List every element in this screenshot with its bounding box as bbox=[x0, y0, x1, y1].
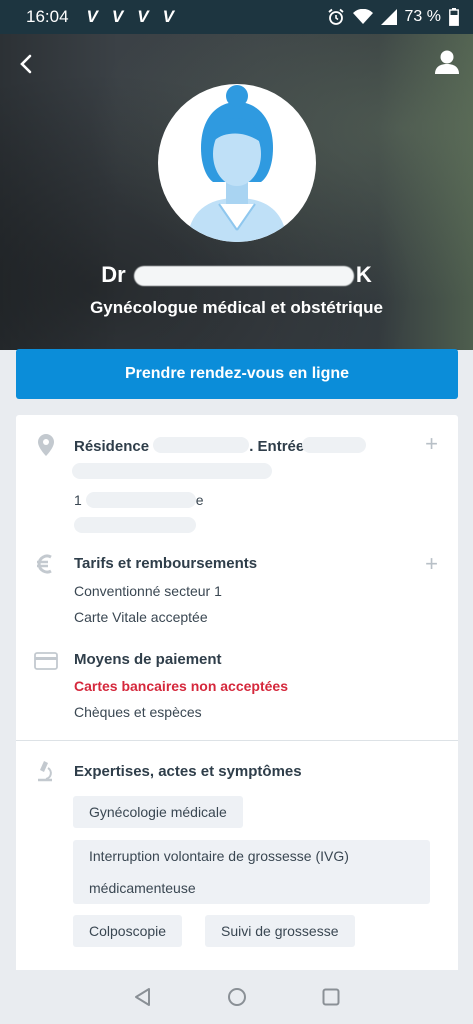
doctor-specialty: Gynécologue médical et obstétrique bbox=[90, 298, 383, 317]
female-doctor-icon bbox=[187, 85, 287, 242]
status-right: 73 % bbox=[327, 8, 459, 26]
redacted-address bbox=[72, 463, 272, 479]
payment-line: Chèques et espèces bbox=[74, 704, 202, 720]
account-button[interactable] bbox=[433, 48, 461, 76]
nav-back-button[interactable] bbox=[131, 985, 155, 1009]
expand-plus-icon[interactable]: + bbox=[425, 553, 438, 575]
notification-icon: V bbox=[86, 7, 98, 26]
wifi-icon bbox=[352, 9, 373, 24]
microscope-icon bbox=[38, 761, 52, 782]
payment-warning: Cartes bancaires non acceptées bbox=[74, 678, 288, 694]
expertise-tag[interactable]: Colposcopie bbox=[73, 915, 183, 947]
tarifs-line: Carte Vitale acceptée bbox=[74, 609, 208, 625]
location-pin-icon bbox=[38, 434, 54, 456]
tarifs-title: Tarifs et remboursements bbox=[74, 555, 258, 572]
doctor-name-suffix: K bbox=[355, 262, 372, 287]
payment-title: Moyens de paiement bbox=[74, 651, 222, 668]
nav-recents-button[interactable] bbox=[319, 985, 343, 1009]
chevron-left-icon bbox=[20, 54, 32, 74]
user-icon bbox=[435, 50, 459, 74]
book-appointment-button[interactable]: Prendre rendez-vous en ligne bbox=[16, 349, 458, 399]
address-line-end: e bbox=[195, 492, 204, 508]
expand-plus-icon[interactable]: + bbox=[425, 433, 438, 455]
battery-percent: 73 % bbox=[404, 8, 441, 25]
battery-icon bbox=[449, 8, 459, 26]
redacted-address bbox=[74, 517, 196, 533]
doctor-name-prefix: Dr bbox=[101, 262, 126, 287]
square-recents-icon bbox=[322, 988, 339, 1006]
redacted-address bbox=[153, 437, 250, 453]
status-bar: 16:04 V V V V 73 % bbox=[0, 0, 473, 34]
back-button[interactable] bbox=[14, 50, 38, 78]
info-card: Résidence . Entrée A2 1 e + Tarifs et re… bbox=[16, 415, 458, 975]
expertise-tag[interactable]: Suivi de grossesse bbox=[205, 915, 355, 947]
expertise-tag[interactable]: Gynécologie médicale bbox=[73, 796, 243, 828]
notification-icon: V bbox=[111, 7, 124, 26]
signal-icon bbox=[380, 9, 397, 25]
expertise-tag[interactable]: Interruption volontaire de grossesse (IV… bbox=[73, 840, 430, 904]
euro-icon bbox=[37, 554, 52, 574]
doctor-avatar bbox=[158, 84, 316, 242]
redacted-name bbox=[133, 266, 354, 287]
address-title-start: Résidence bbox=[74, 438, 150, 455]
notification-icon: V bbox=[162, 7, 174, 26]
credit-card-icon bbox=[34, 652, 58, 670]
triangle-back-icon bbox=[134, 988, 150, 1006]
redacted-address bbox=[302, 437, 366, 453]
expertises-title: Expertises, actes et symptômes bbox=[74, 763, 302, 780]
profile-header: Dr K Gynécologue médical et obstétrique bbox=[0, 34, 473, 350]
tarifs-line: Conventionné secteur 1 bbox=[74, 583, 222, 599]
address-title: Résidence . Entrée A2 bbox=[74, 435, 327, 455]
redacted-address bbox=[85, 492, 196, 508]
address-line: 1 e bbox=[74, 489, 203, 508]
notification-icons: V V V V bbox=[87, 7, 174, 27]
circle-home-icon bbox=[227, 988, 246, 1006]
divider bbox=[16, 740, 458, 741]
doctor-name: Dr K bbox=[0, 262, 473, 288]
alarm-icon bbox=[327, 8, 344, 25]
status-time: 16:04 bbox=[26, 7, 69, 26]
system-nav-bar bbox=[0, 970, 473, 1024]
notification-icon: V bbox=[137, 7, 149, 26]
address-line-start: 1 bbox=[74, 492, 82, 508]
nav-home-button[interactable] bbox=[225, 985, 249, 1009]
